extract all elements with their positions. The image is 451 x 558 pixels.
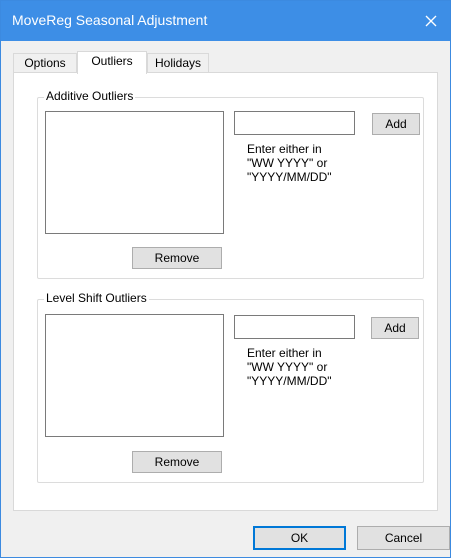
level-shift-add-button[interactable]: Add: [371, 317, 419, 339]
window-title: MoveReg Seasonal Adjustment: [12, 12, 208, 28]
level-shift-hint-line-2: "WW YYYY" or: [247, 360, 328, 374]
tab-outliers[interactable]: Outliers: [77, 51, 147, 74]
outliers-tab-panel: Additive Outliers Add Enter either in "W…: [13, 72, 438, 511]
level-shift-hint-line-3: "YYYY/MM/DD": [247, 374, 332, 388]
level-shift-hint-line-1: Enter either in: [247, 346, 322, 360]
tab-options[interactable]: Options: [13, 53, 77, 73]
tab-holidays[interactable]: Holidays: [147, 53, 209, 73]
additive-date-input[interactable]: [234, 111, 355, 135]
additive-hint-line-2: "WW YYYY" or: [247, 156, 328, 170]
level-shift-format-hint: Enter either in "WW YYYY" or "YYYY/MM/DD…: [247, 346, 332, 388]
additive-outliers-label: Additive Outliers: [44, 89, 136, 103]
additive-format-hint: Enter either in "WW YYYY" or "YYYY/MM/DD…: [247, 142, 332, 184]
title-bar[interactable]: MoveReg Seasonal Adjustment: [1, 1, 450, 41]
dialog-window: MoveReg Seasonal Adjustment Options Outl…: [0, 0, 451, 558]
level-shift-outliers-list[interactable]: [45, 314, 224, 437]
close-icon: [425, 15, 437, 27]
additive-remove-button[interactable]: Remove: [132, 247, 222, 269]
level-shift-remove-button[interactable]: Remove: [132, 451, 222, 473]
additive-add-button[interactable]: Add: [372, 113, 420, 135]
additive-hint-line-3: "YYYY/MM/DD": [247, 170, 332, 184]
ok-button[interactable]: OK: [253, 526, 346, 550]
level-shift-date-input[interactable]: [234, 315, 355, 339]
additive-outliers-list[interactable]: [45, 111, 224, 234]
cancel-button[interactable]: Cancel: [357, 526, 450, 550]
close-button[interactable]: [416, 6, 446, 36]
level-shift-outliers-label: Level Shift Outliers: [44, 291, 149, 305]
additive-outliers-group: Additive Outliers Add Enter either in "W…: [37, 89, 424, 279]
level-shift-outliers-group: Level Shift Outliers Add Enter either in…: [37, 291, 424, 483]
additive-hint-line-1: Enter either in: [247, 142, 322, 156]
